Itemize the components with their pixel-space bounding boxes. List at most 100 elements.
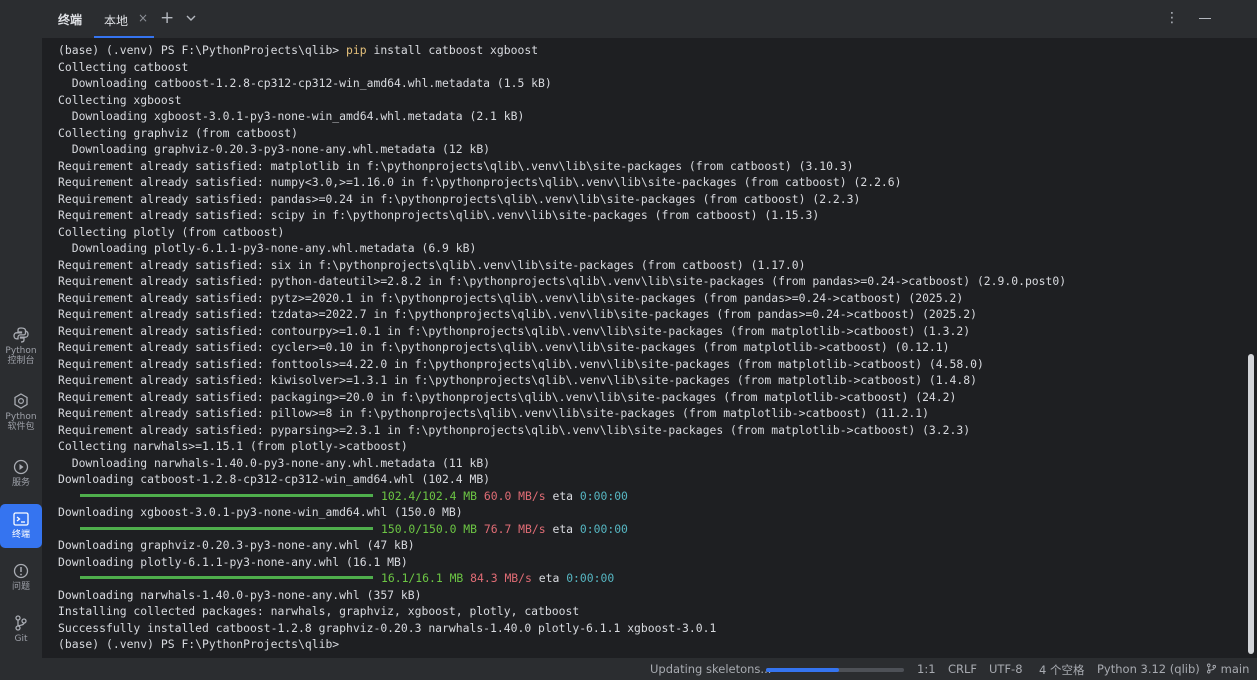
problems-icon xyxy=(13,563,29,579)
terminal-line: Downloading plotly-6.1.1-py3-none-any.wh… xyxy=(58,241,477,255)
branch-icon xyxy=(1207,663,1216,674)
git-branch[interactable]: main xyxy=(1206,662,1249,676)
terminal-line: Requirement already satisfied: tzdata>=2… xyxy=(58,307,977,321)
left-tool-strip: Python 控制台 Python 软件包 服务 终端 问题 Git xyxy=(0,0,42,680)
line-separator[interactable]: CRLF xyxy=(948,662,977,676)
terminal-line: Successfully installed catboost-1.2.8 gr… xyxy=(58,620,717,635)
terminal-line: Requirement already satisfied: fonttools… xyxy=(58,356,984,371)
python-interpreter[interactable]: Python 3.12 (qlib) xyxy=(1097,662,1200,676)
terminal-line: Collecting catboost xyxy=(58,59,189,74)
terminal-line: Requirement already satisfied: numpy<3.0… xyxy=(58,175,902,189)
status-bar: Updating skeletons... 1:1 CRLF UTF-8 4 个… xyxy=(0,658,1257,680)
sidebar-item-git[interactable]: Git xyxy=(0,614,42,662)
eta-label: eta xyxy=(552,488,574,503)
indent-setting[interactable]: 4 个空格 xyxy=(1039,662,1084,678)
terminal-line: Requirement already satisfied: pytz>=202… xyxy=(58,290,964,305)
download-speed: 76.7 MB/s xyxy=(483,521,546,536)
sidebar-item-problems[interactable]: 问题 xyxy=(0,562,42,610)
add-tab-button[interactable]: + xyxy=(160,8,174,28)
progress-line: 150.0/150.0 MB 76.7 MB/s eta 0:00:00 xyxy=(58,521,1066,538)
download-size: 16.1/16.1 MB xyxy=(381,571,464,585)
terminal-line: Collecting xgboost xyxy=(58,92,182,107)
terminal-icon xyxy=(13,512,29,526)
tab-label: 本地 xyxy=(104,14,129,28)
progress-bar xyxy=(80,526,373,530)
terminal-lines: (base) (.venv) PS F:\PythonProjects\qlib… xyxy=(58,42,1066,653)
terminal-line: Collecting graphviz (from catboost) xyxy=(58,125,299,140)
terminal-scrollbar[interactable] xyxy=(1247,38,1255,658)
download-size: 102.4/102.4 MB xyxy=(381,488,478,503)
progress-line: 16.1/16.1 MB 84.3 MB/s eta 0:00:00 xyxy=(58,570,1066,587)
download-size: 150.0/150.0 MB xyxy=(381,521,478,536)
background-task-progress xyxy=(766,668,904,672)
sidebar-item-services[interactable]: 服务 xyxy=(0,458,42,506)
eta-value: 0:00:00 xyxy=(579,488,628,503)
sidebar-item-label: 服务 xyxy=(11,478,30,488)
sidebar-item-label: 软件包 xyxy=(7,422,35,432)
terminal-line: Downloading graphviz-0.20.3-py3-none-any… xyxy=(58,142,491,156)
terminal-line: Downloading xgboost-3.0.1-py3-none-win_a… xyxy=(58,505,463,519)
terminal-output[interactable]: (base) (.venv) PS F:\PythonProjects\qlib… xyxy=(47,38,1213,658)
terminal-line: Requirement already satisfied: six in f:… xyxy=(58,257,806,272)
eta-value: 0:00:00 xyxy=(579,521,628,536)
progress-line: 102.4/102.4 MB 60.0 MB/s eta 0:00:00 xyxy=(58,488,1066,505)
terminal-line: Downloading narwhals-1.40.0-py3-none-any… xyxy=(58,587,422,602)
python-console-icon xyxy=(13,327,29,343)
terminal-line: Downloading plotly-6.1.1-py3-none-any.wh… xyxy=(58,554,408,569)
terminal-line: Requirement already satisfied: cycler>=0… xyxy=(58,340,950,354)
terminal-line: Downloading graphviz-0.20.3-py3-none-any… xyxy=(58,538,415,552)
terminal-line: Requirement already satisfied: matplotli… xyxy=(58,158,854,173)
command-name: pip xyxy=(346,43,367,57)
terminal-line: Requirement already satisfied: pyparsing… xyxy=(58,422,971,437)
terminal-line: Requirement already satisfied: python-da… xyxy=(58,274,1067,288)
sidebar-item-terminal[interactable]: 终端 xyxy=(0,504,42,552)
progress-fill xyxy=(766,668,840,672)
eta-label: eta xyxy=(538,571,560,585)
caret-position[interactable]: 1:1 xyxy=(917,662,936,676)
tool-window-header: 终端 本地 × + ⋮ xyxy=(42,0,1257,38)
chevron-down-icon[interactable] xyxy=(184,11,198,25)
sidebar-item-python-console[interactable]: Python 控制台 xyxy=(0,326,42,374)
eta-label: eta xyxy=(552,521,574,536)
sidebar-item-label: 终端 xyxy=(11,530,30,540)
terminal-line: Downloading narwhals-1.40.0-py3-none-any… xyxy=(58,455,491,470)
terminal-command-line: (base) (.venv) PS F:\PythonProjects\qlib… xyxy=(58,42,1066,59)
branch-name: main xyxy=(1220,662,1250,676)
progress-bar xyxy=(80,493,373,497)
sidebar-item-label: Python xyxy=(5,412,37,422)
sidebar-item-python-packages[interactable]: Python 软件包 xyxy=(0,392,42,440)
download-speed: 84.3 MB/s xyxy=(470,571,532,585)
eta-value: 0:00:00 xyxy=(566,571,615,585)
tool-window-title: 终端 xyxy=(58,13,83,27)
command-args: install catboost xgboost xyxy=(366,43,539,57)
terminal-line: Requirement already satisfied: kiwisolve… xyxy=(58,373,977,387)
prompt-text: (base) (.venv) PS F:\PythonProjects\qlib… xyxy=(58,43,347,57)
terminal-line: Downloading catboost-1.2.8-cp312-cp312-w… xyxy=(58,76,552,90)
terminal-line: Downloading xgboost-3.0.1-py3-none-win_a… xyxy=(58,109,525,123)
python-packages-icon xyxy=(14,393,28,409)
services-icon xyxy=(13,459,29,475)
terminal-line: Requirement already satisfied: pillow>=8… xyxy=(58,406,929,420)
terminal-line: Installing collected packages: narwhals,… xyxy=(58,604,580,618)
file-encoding[interactable]: UTF-8 xyxy=(989,662,1023,676)
close-icon[interactable]: × xyxy=(138,11,148,25)
download-speed: 60.0 MB/s xyxy=(483,488,546,503)
terminal-prompt: (base) (.venv) PS F:\PythonProjects\qlib… xyxy=(58,637,340,651)
terminal-line: Requirement already satisfied: scipy in … xyxy=(58,208,820,222)
sidebar-item-label: Python xyxy=(5,346,37,356)
terminal-line: Downloading catboost-1.2.8-cp312-cp312-w… xyxy=(58,472,491,486)
terminal-line: Collecting narwhals>=1.15.1 (from plotly… xyxy=(58,439,408,453)
terminal-line: Requirement already satisfied: contourpy… xyxy=(58,323,971,338)
minimize-button[interactable] xyxy=(1199,18,1211,19)
sidebar-item-label: 问题 xyxy=(11,582,30,592)
more-options-button[interactable]: ⋮ xyxy=(1165,10,1179,26)
terminal-line: Requirement already satisfied: pandas>=0… xyxy=(58,191,861,206)
background-task-label[interactable]: Updating skeletons... xyxy=(650,662,771,676)
git-icon xyxy=(15,615,27,631)
sidebar-item-label: 控制台 xyxy=(7,356,35,366)
scrollbar-thumb[interactable] xyxy=(1248,354,1254,654)
terminal-line: Collecting plotly (from catboost) xyxy=(58,224,285,239)
sidebar-item-label: Git xyxy=(14,634,28,644)
progress-bar xyxy=(80,576,373,579)
terminal-line: Requirement already satisfied: packaging… xyxy=(58,389,957,404)
